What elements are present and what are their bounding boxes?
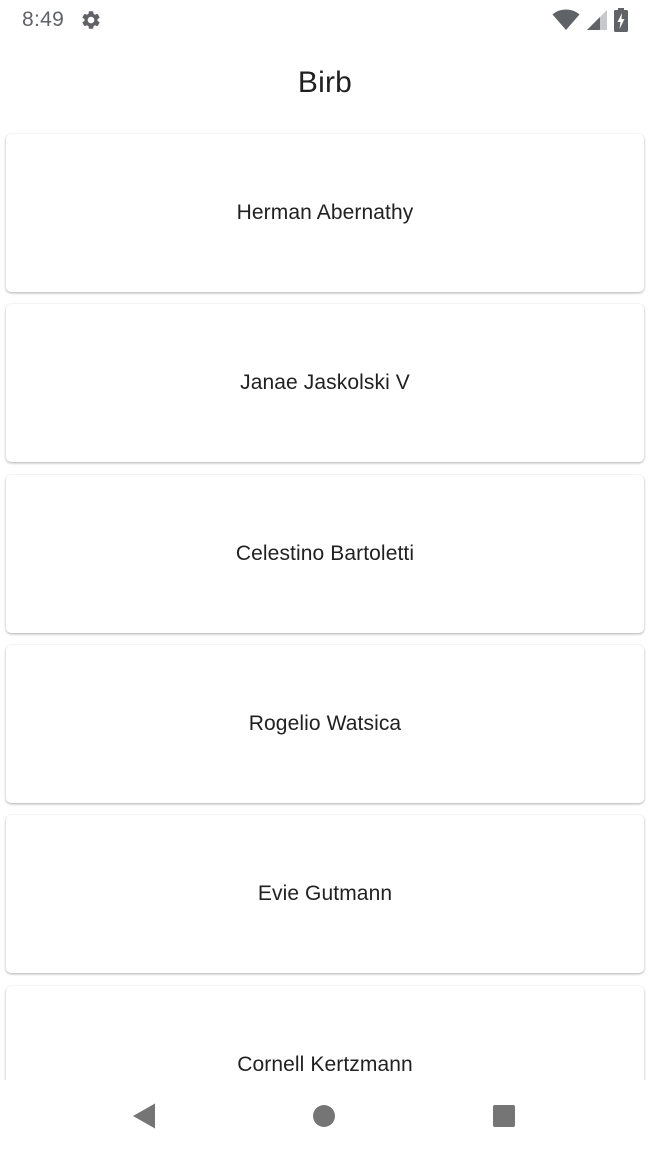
wifi-icon <box>552 9 580 31</box>
page-title: Birb <box>297 66 353 99</box>
list-item-card[interactable]: Rogelio Watsica <box>6 645 644 803</box>
list-item-name: Evie Gutmann <box>257 882 393 905</box>
list-item-card[interactable]: Herman Abernathy <box>6 134 644 292</box>
app-bar: Birb <box>0 40 650 126</box>
home-button[interactable] <box>284 1080 364 1156</box>
list-item-card[interactable]: Janae Jaskolski V <box>6 304 644 462</box>
battery-charging-icon <box>614 8 628 32</box>
name-list[interactable]: Herman Abernathy Janae Jaskolski V Celes… <box>0 128 650 1080</box>
list-item-card[interactable]: Evie Gutmann <box>6 815 644 973</box>
list-item-name: Rogelio Watsica <box>248 712 402 735</box>
status-bar: 8:49 <box>0 0 650 40</box>
list-item-name: Herman Abernathy <box>236 201 414 224</box>
list-item-card[interactable]: Cornell Kertzmann <box>6 986 644 1080</box>
list-item-card[interactable]: Celestino Bartoletti <box>6 475 644 633</box>
settings-icon <box>80 9 102 31</box>
back-icon <box>131 1102 157 1135</box>
navigation-bar <box>0 1080 650 1156</box>
status-time: 8:49 <box>22 8 65 31</box>
back-button[interactable] <box>104 1080 184 1156</box>
recents-icon <box>492 1104 516 1133</box>
home-icon <box>312 1104 336 1133</box>
app-screen: 8:49 Birb Herman Abernathy Janae Jaskols… <box>0 0 650 1156</box>
status-left: 8:49 <box>22 8 102 32</box>
list-item-name: Celestino Bartoletti <box>235 542 415 565</box>
list-item-name: Cornell Kertzmann <box>237 1053 413 1076</box>
cellular-signal-icon <box>586 9 608 31</box>
status-right <box>552 8 628 32</box>
list-item-name: Janae Jaskolski V <box>240 371 410 394</box>
recents-button[interactable] <box>464 1080 544 1156</box>
